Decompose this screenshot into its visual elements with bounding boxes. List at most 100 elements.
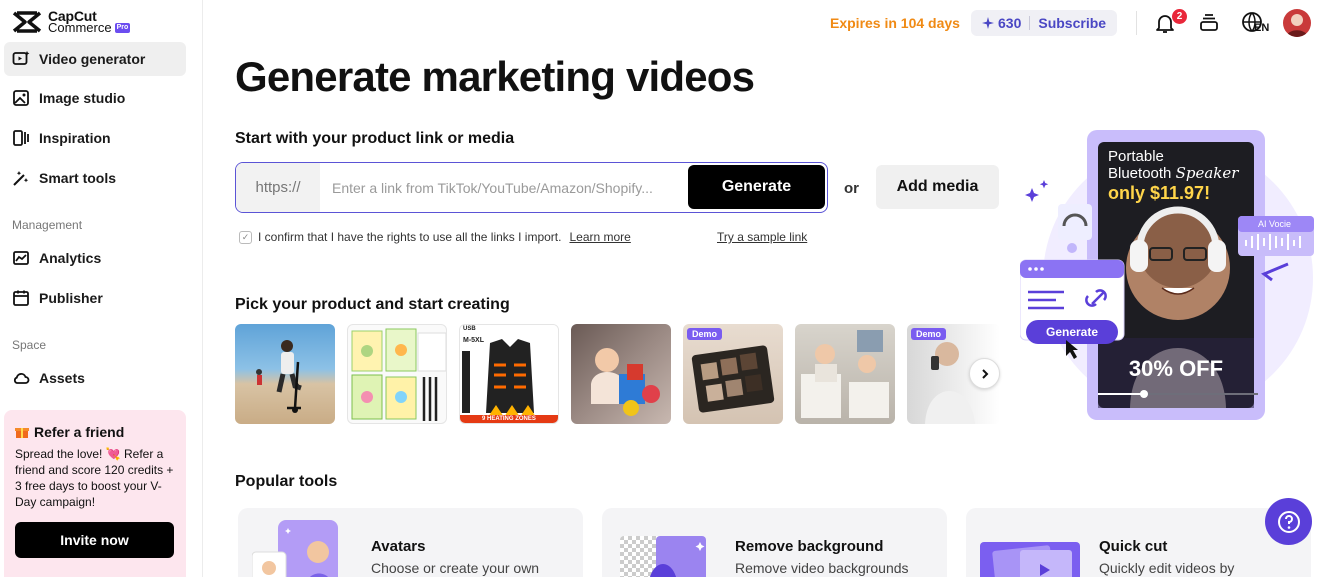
tool-title: Avatars [371,538,426,555]
refer-a-friend-card: Refer a friend Spread the love! 💘 Refer … [4,410,186,577]
beach-scooter-image [256,340,302,413]
vest-size-tag: M-5XL [463,337,484,344]
product-thumb-heated-vest[interactable]: USB M-5XL 9 HEATING ZONES [459,324,559,424]
tool-desc: Quickly edit videos by [1099,560,1235,576]
tool-title: Remove background [735,538,884,555]
sidebar-item-image-studio[interactable]: Image studio [4,81,186,115]
learn-more-link[interactable]: Learn more [569,230,630,244]
stack-icon[interactable] [1197,11,1221,35]
sidebar-item-label: Assets [39,370,85,386]
product-thumb-eyeshadow-palette[interactable]: Demo [683,324,783,424]
expires-notice[interactable]: Expires in 104 days [830,15,960,31]
sidebar-item-label: Analytics [39,250,102,266]
avatar-person-icon [1286,14,1308,37]
credits-subscribe-pill[interactable]: 630 Subscribe [971,10,1118,36]
rights-confirmation: ✓ I confirm that I have the rights to us… [239,230,631,244]
space-section-label: Space [12,338,47,352]
pro-badge: Pro [114,23,131,33]
hero-ai-voice-label: AI Vocie [1258,219,1292,229]
workbooks-image [351,328,446,421]
user-avatar[interactable] [1283,9,1311,37]
tool-card-avatars[interactable]: Avatars Choose or create your own [238,508,583,577]
invite-now-button[interactable]: Invite now [15,522,174,558]
baby-toy-image [591,348,660,416]
credits-count: 630 [998,15,1022,31]
capcut-commerce-logo[interactable]: CapCut Commerce Pro [12,9,131,35]
hero-discount: 30% OFF [1128,356,1224,381]
product-link-input[interactable] [332,163,684,212]
product-thumb-beach-scooter[interactable] [235,324,335,424]
https-prefix: https:// [236,163,320,212]
product-link-box: https:// Generate [235,162,828,213]
avatars-illustration [252,520,338,577]
link-section-heading: Start with your product link or media [235,130,515,147]
capcut-logo-icon [12,11,42,33]
logo-commerce-text: Commerce [48,20,112,35]
hero-promo-illustration: Portable Bluetooth Speaker only $11.97! … [1020,128,1315,428]
sidebar-item-assets[interactable]: Assets [4,361,186,395]
vest-usb-tag: USB [463,326,476,332]
sidebar-item-publisher[interactable]: Publisher [4,281,186,315]
sidebar: CapCut Commerce Pro Video generator Image… [0,0,203,577]
magic-wand-icon [13,171,29,186]
hero-generate-label: Generate [1045,325,1099,339]
sidebar-item-label: Publisher [39,290,103,306]
popular-tools-heading: Popular tools [235,473,338,490]
question-icon [1277,510,1300,533]
add-media-button[interactable]: Add media [876,165,999,209]
carousel-next-button[interactable] [969,358,1000,389]
sidebar-item-analytics[interactable]: Analytics [4,241,186,275]
gift-icon [15,428,29,438]
sidebar-item-video-generator[interactable]: Video generator [4,42,186,76]
rights-checkbox[interactable]: ✓ [239,230,252,244]
sidebar-item-label: Image studio [39,90,126,106]
inspiration-icon [13,130,29,146]
product-thumb-kids-workbooks[interactable] [347,324,447,424]
demo-tag: Demo [687,328,723,340]
product-thumb-baby-toy[interactable] [571,324,671,424]
tool-card-quick-cut[interactable]: Quick cut Quickly edit videos by [966,508,1311,577]
rights-confirmation-text: I confirm that I have the rights to use … [258,230,562,244]
hero-product-line1: Portable [1108,148,1164,165]
cloud-icon [13,373,30,384]
page-title: Generate marketing videos [235,53,755,100]
products-heading: Pick your product and start creating [235,296,510,313]
video-generator-icon [12,51,30,65]
product-carousel: USB M-5XL 9 HEATING ZONES Demo Demo [235,324,1000,424]
subscribe-button[interactable]: Subscribe [1038,15,1106,31]
hero-price: only $11.97! [1108,183,1211,203]
sidebar-item-inspiration[interactable]: Inspiration [4,121,186,155]
tool-desc: Choose or create your own [371,560,540,576]
credits-divider [1029,16,1031,30]
notification-badge: 2 [1172,9,1187,24]
product-thumb-baby-highchair[interactable] [795,324,895,424]
generate-button[interactable]: Generate [688,165,825,209]
analytics-icon [13,251,29,265]
help-button[interactable] [1265,498,1312,545]
sidebar-item-label: Smart tools [39,170,117,186]
hero-product-line2b: Speaker [1175,164,1239,182]
tool-card-remove-background[interactable]: Remove background Remove video backgroun… [602,508,947,577]
remove-background-illustration [620,536,706,577]
sidebar-item-label: Inspiration [39,130,111,146]
vest-zones-tag: 9 HEATING ZONES [482,416,536,422]
demo-tag: Demo [911,328,947,340]
hero-product-line2a: Bluetooth [1108,165,1176,182]
topbar-divider [1136,11,1137,35]
sidebar-item-smart-tools[interactable]: Smart tools [4,161,186,195]
sidebar-item-label: Video generator [39,51,146,67]
calendar-icon [13,290,29,306]
chevron-right-icon [981,368,988,379]
image-studio-icon [13,90,29,106]
tool-title: Quick cut [1099,538,1168,555]
tool-desc: Remove video backgrounds [735,560,909,576]
management-section-label: Management [12,218,83,232]
baby-highchair-image [801,330,889,418]
quick-cut-illustration [980,542,1080,577]
refer-body: Spread the love! 💘 Refer a friend and sc… [15,447,174,509]
sparkle-icon [982,17,994,29]
language-label[interactable]: EN [1254,22,1269,34]
refer-title: Refer a friend [34,424,125,440]
try-sample-link[interactable]: Try a sample link [717,230,807,244]
or-separator: or [844,180,859,197]
